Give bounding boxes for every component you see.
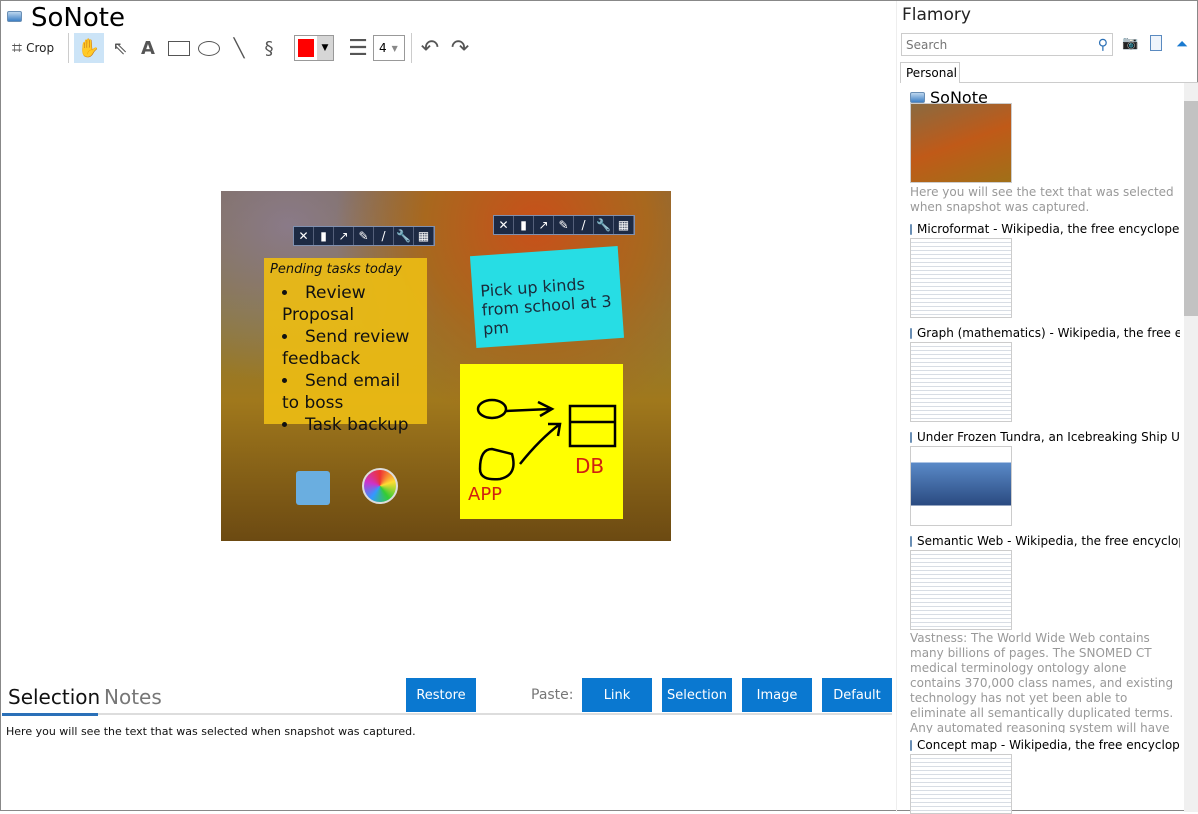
- thumbnail[interactable]: [910, 754, 1012, 814]
- export-icon: ↗: [334, 227, 354, 245]
- tab-selection[interactable]: Selection: [8, 685, 100, 709]
- list-item-title[interactable]: Microformat - Wikipedia, the free encycl…: [910, 222, 1180, 236]
- pointer-tool-icon[interactable]: ⇖: [107, 33, 133, 63]
- notes-app-icon: [296, 471, 330, 505]
- tab-notes[interactable]: Notes: [104, 685, 162, 709]
- scrollbar-thumb[interactable]: [1184, 101, 1198, 316]
- list-item-title[interactable]: Concept map - Wikipedia, the free encycl…: [910, 738, 1180, 752]
- paste-label: Paste:: [531, 687, 574, 703]
- paste-default-button[interactable]: Default: [822, 678, 892, 712]
- drawing-label-db: DB: [575, 454, 605, 478]
- app-icon: [910, 327, 912, 339]
- thumbnail[interactable]: [910, 446, 1012, 526]
- app-icon: [910, 535, 912, 547]
- collapse-icon[interactable]: ⏶: [1176, 35, 1188, 53]
- panel-divider: [896, 1, 897, 812]
- ellipse-tool-icon[interactable]: [195, 33, 223, 63]
- chevron-down-icon: ▼: [317, 36, 333, 60]
- pin-icon: ✎: [354, 227, 374, 245]
- thumbnail[interactable]: [910, 342, 1012, 422]
- thumbnail[interactable]: [910, 550, 1012, 630]
- paste-link-button[interactable]: Link: [582, 678, 652, 712]
- task-item: Task backup: [282, 414, 421, 436]
- tab-personal[interactable]: Personal: [900, 62, 960, 83]
- trash-icon: ▮: [514, 216, 534, 234]
- list-item-title[interactable]: Semantic Web - Wikipedia, the free encyc…: [910, 534, 1180, 548]
- app-icon: [910, 431, 912, 443]
- search-input[interactable]: [906, 37, 1098, 52]
- app-icon: [910, 739, 912, 751]
- list-item-title[interactable]: Under Frozen Tundra, an Icebreaking Ship…: [910, 430, 1180, 444]
- app-launcher-icon: [362, 468, 398, 504]
- task-item: Review Proposal: [282, 282, 421, 326]
- close-icon: ✕: [294, 227, 314, 245]
- hand-tool-icon[interactable]: ✋: [74, 33, 104, 63]
- line-width-value: 4: [379, 41, 387, 55]
- chevron-down-icon: ▼: [391, 43, 398, 53]
- crop-button[interactable]: ⌗ Crop: [7, 33, 59, 63]
- app-icon: [7, 11, 22, 22]
- thumbnail[interactable]: [910, 238, 1012, 318]
- color-swatch: [298, 39, 314, 57]
- freehand-tool-icon[interactable]: §: [256, 33, 282, 63]
- task-item: Send email to boss: [282, 370, 421, 414]
- paste-image-button[interactable]: Image: [742, 678, 812, 712]
- camera-icon[interactable]: 📷: [1122, 36, 1138, 51]
- note-title: Pending tasks today: [270, 262, 402, 277]
- crop-icon: ⌗: [11, 37, 23, 59]
- document-icon[interactable]: [1150, 35, 1162, 51]
- sticky-note-drawing: DB APP: [460, 364, 623, 519]
- line-width-icon: ☰: [348, 35, 368, 61]
- grid-icon: ▦: [614, 216, 634, 234]
- separator: [68, 33, 69, 63]
- app-icon: [910, 223, 912, 235]
- grid-icon: ▦: [414, 227, 434, 245]
- restore-button[interactable]: Restore: [406, 678, 476, 712]
- export-icon: ↗: [534, 216, 554, 234]
- thumbnail[interactable]: [910, 103, 1012, 183]
- tab-divider: [959, 82, 1198, 83]
- app-title: SoNote: [31, 3, 125, 33]
- active-tab-indicator: [2, 713, 98, 716]
- scrollbar[interactable]: [1184, 83, 1198, 812]
- text-tool-icon[interactable]: A: [135, 33, 161, 63]
- selection-text: Here you will see the text that was sele…: [6, 725, 416, 738]
- task-item: Send review feedback: [282, 326, 421, 370]
- crop-label: Crop: [26, 41, 55, 55]
- undo-icon[interactable]: ↶: [417, 33, 443, 63]
- line-tool-icon[interactable]: ╲: [225, 33, 253, 63]
- app-icon: [910, 92, 925, 103]
- wrench-icon: 🔧: [594, 216, 614, 234]
- search-field[interactable]: ⚲: [901, 33, 1113, 56]
- wrench-icon: 🔧: [394, 227, 414, 245]
- note-toolbar: ✕ ▮ ↗ ✎ / 🔧 ▦: [293, 226, 435, 246]
- trash-icon: ▮: [314, 227, 334, 245]
- redo-icon[interactable]: ↷: [447, 33, 473, 63]
- color-picker[interactable]: ▼: [294, 35, 334, 61]
- close-icon: ✕: [494, 216, 514, 234]
- sticky-note-reminder: Pick up kinds from school at 3 pm: [469, 245, 625, 349]
- sidebar-title: Flamory: [902, 5, 971, 25]
- note-toolbar: ✕ ▮ ↗ ✎ / 🔧 ▦: [493, 215, 635, 235]
- pencil-icon: /: [574, 216, 594, 234]
- search-icon[interactable]: ⚲: [1098, 37, 1108, 53]
- sticky-note-tasks: Pending tasks today Review Proposal Send…: [264, 258, 427, 435]
- paste-selection-button[interactable]: Selection: [662, 678, 732, 712]
- separator: [411, 33, 412, 63]
- rectangle-tool-icon[interactable]: [165, 33, 193, 63]
- pin-icon: ✎: [554, 216, 574, 234]
- pencil-icon: /: [374, 227, 394, 245]
- snapshot-image: ✕▮↗✎/🔧▦ ✕▮↗✎/🔧▦ Pending tasks today Revi…: [221, 191, 671, 541]
- item-description: Vastness: The World Wide Web contains ma…: [910, 631, 1174, 733]
- tab-divider: [2, 713, 892, 715]
- drawing-label-app: APP: [468, 484, 503, 505]
- line-width-select[interactable]: 4 ▼: [373, 35, 405, 61]
- item-description: Here you will see the text that was sele…: [910, 185, 1174, 214]
- list-item-title[interactable]: Graph (mathematics) - Wikipedia, the fre…: [910, 326, 1180, 340]
